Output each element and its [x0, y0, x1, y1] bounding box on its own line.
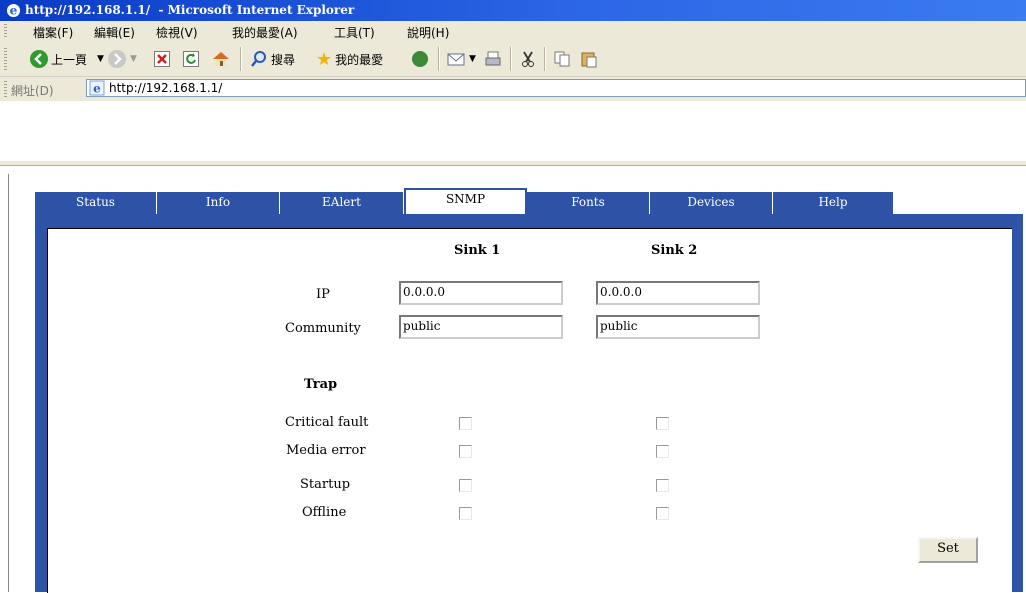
search-icon [251, 51, 266, 67]
refresh-icon [183, 51, 199, 67]
trap-label: Media error [286, 443, 366, 458]
paste-button[interactable] [580, 48, 598, 70]
sink1-trap-checkbox[interactable] [459, 445, 472, 458]
sink1-header: Sink 1 [454, 243, 501, 258]
sink1-trap-checkbox[interactable] [459, 479, 472, 492]
mail-dropdown-icon[interactable]: ▼ [469, 54, 476, 64]
sink1-trap-checkbox[interactable] [459, 417, 472, 430]
home-icon [213, 52, 229, 66]
menubar-grip[interactable] [4, 24, 7, 39]
address-bar: 網址(D) e http://192.168.1.1/ [0, 77, 1026, 101]
tab-snmp[interactable]: SNMP [404, 188, 527, 214]
ip-label: IP [316, 287, 330, 302]
menu-view[interactable]: 檢視(V) [156, 24, 198, 41]
tab-help[interactable]: Help [773, 192, 894, 214]
menu-help[interactable]: 說明(H) [407, 24, 449, 41]
refresh-button[interactable] [183, 48, 199, 70]
back-label: 上一頁 [51, 52, 88, 67]
cut-button[interactable] [520, 48, 536, 70]
back-arrow-icon [30, 50, 48, 68]
menu-bar: 檔案(F) 編輯(E) 檢視(V) 我的最愛(A) 工具(T) 說明(H) [0, 21, 1026, 43]
page-content: Status Info EAlert SNMP Fonts Devices He… [8, 174, 1026, 593]
trap-label: Offline [302, 505, 347, 520]
tab-status[interactable]: Status [35, 192, 157, 214]
sink2-trap-checkbox[interactable] [656, 507, 669, 520]
chrome-bottom-edge [0, 161, 1026, 166]
sink1-trap-checkbox[interactable] [459, 507, 472, 520]
search-button[interactable]: 搜尋 [250, 48, 295, 70]
copy-icon [554, 51, 570, 67]
paste-icon [581, 52, 597, 68]
address-url: http://192.168.1.1/ [109, 81, 223, 95]
tab-fonts[interactable]: Fonts [527, 192, 650, 214]
print-button[interactable] [484, 48, 502, 70]
tab-devices[interactable]: Devices [650, 192, 773, 214]
sink2-trap-checkbox[interactable] [656, 417, 669, 430]
forward-button[interactable]: ▼ [108, 48, 137, 70]
tab-info[interactable]: Info [157, 192, 280, 214]
svg-text:e: e [93, 82, 101, 96]
title-bar: e http://192.168.1.1/ - Microsoft Intern… [0, 0, 1026, 21]
mail-icon [447, 53, 465, 66]
snmp-panel: Sink 1 Sink 2 IP 0.0.0.0 0.0.0.0 Communi… [35, 214, 1023, 593]
sink2-header: Sink 2 [651, 243, 698, 258]
svg-text:e: e [10, 4, 18, 18]
menu-favorites[interactable]: 我的最愛(A) [232, 24, 298, 41]
address-input[interactable]: e http://192.168.1.1/ [86, 79, 1026, 97]
ie-logo-icon: e [6, 4, 21, 18]
trap-label: Startup [300, 477, 351, 492]
mail-button[interactable]: ▼ [447, 48, 476, 70]
toolbar-separator [438, 47, 440, 71]
snmp-form: Sink 1 Sink 2 IP 0.0.0.0 0.0.0.0 Communi… [47, 228, 1012, 593]
history-button[interactable] [412, 48, 428, 70]
menu-edit[interactable]: 編輯(E) [94, 24, 135, 41]
addressbar-grip[interactable] [4, 81, 7, 97]
sink2-trap-checkbox[interactable] [656, 479, 669, 492]
search-label: 搜尋 [271, 52, 296, 67]
favorites-star-icon: ★ [316, 48, 333, 70]
sink1-community-input[interactable]: public [399, 315, 563, 339]
favorites-label: 我的最愛 [335, 52, 384, 67]
trap-header: Trap [304, 377, 338, 392]
toolbar-separator [510, 47, 512, 71]
sink1-ip-input[interactable]: 0.0.0.0 [399, 281, 563, 305]
print-icon [485, 51, 501, 66]
menu-file[interactable]: 檔案(F) [33, 24, 73, 41]
tab-ealert[interactable]: EAlert [280, 192, 404, 214]
sink2-trap-checkbox[interactable] [656, 445, 669, 458]
menu-tools[interactable]: 工具(T) [334, 24, 375, 41]
history-icon [412, 51, 428, 67]
scissors-icon [522, 51, 534, 67]
set-button[interactable]: Set [918, 537, 978, 563]
forward-arrow-icon [108, 50, 126, 68]
back-button[interactable]: 上一頁 ▼ [30, 48, 104, 70]
favorites-button[interactable]: ★ 我的最愛 [316, 48, 383, 70]
toolbar-separator [240, 47, 242, 71]
forward-dropdown-icon[interactable]: ▼ [130, 54, 137, 64]
copy-button[interactable] [553, 48, 571, 70]
toolbar-grip[interactable] [4, 48, 7, 70]
home-button[interactable] [211, 48, 231, 70]
back-dropdown-icon[interactable]: ▼ [97, 54, 104, 64]
community-label: Community [285, 321, 361, 336]
standard-toolbar: 上一頁 ▼ ▼ 搜尋 ★ 我的最愛 ▼ [0, 42, 1026, 77]
page-icon: e [89, 80, 105, 96]
address-label: 網址(D) [11, 84, 54, 98]
sink2-ip-input[interactable]: 0.0.0.0 [596, 281, 760, 305]
window-title: http://192.168.1.1/ - Microsoft Internet… [25, 3, 355, 17]
sink2-community-input[interactable]: public [596, 315, 760, 339]
stop-button[interactable] [154, 48, 170, 70]
trap-label: Critical fault [285, 415, 369, 430]
stop-icon [154, 51, 170, 67]
toolbar-separator [544, 47, 546, 71]
